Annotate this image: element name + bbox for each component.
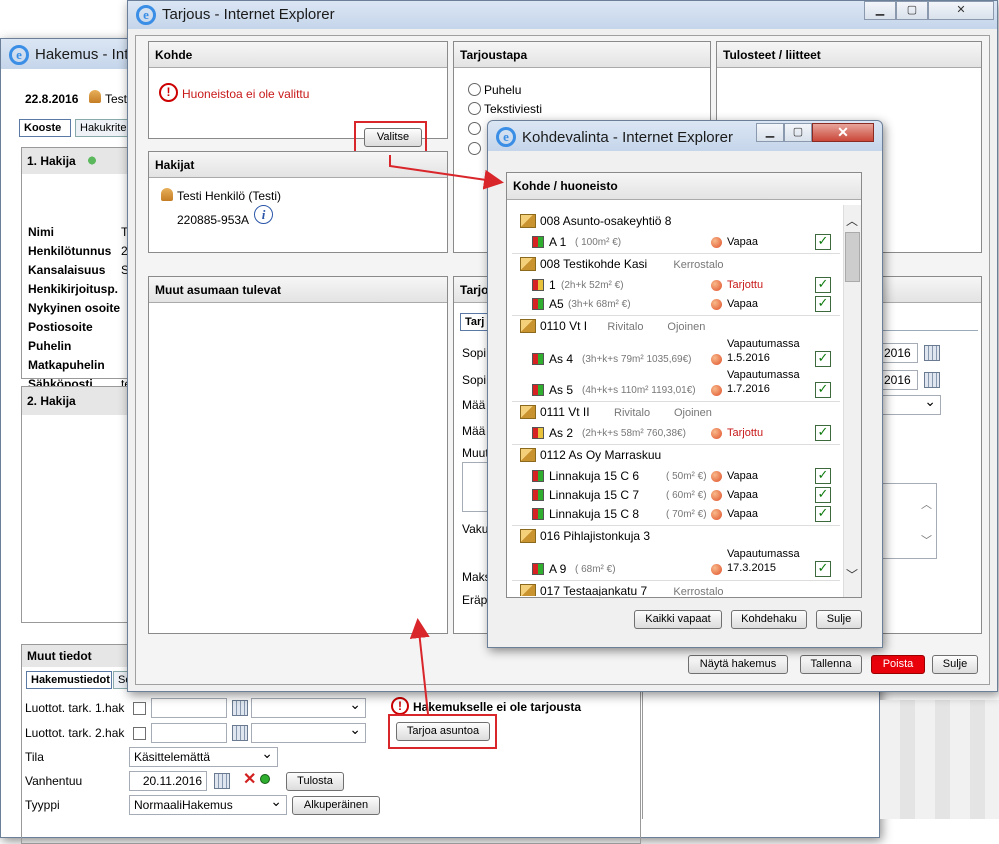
arrow-valitse-to-kohde [389, 155, 504, 190]
annotation-arrows [389, 155, 504, 715]
arrow-tarjoa-to-panel [409, 618, 430, 715]
